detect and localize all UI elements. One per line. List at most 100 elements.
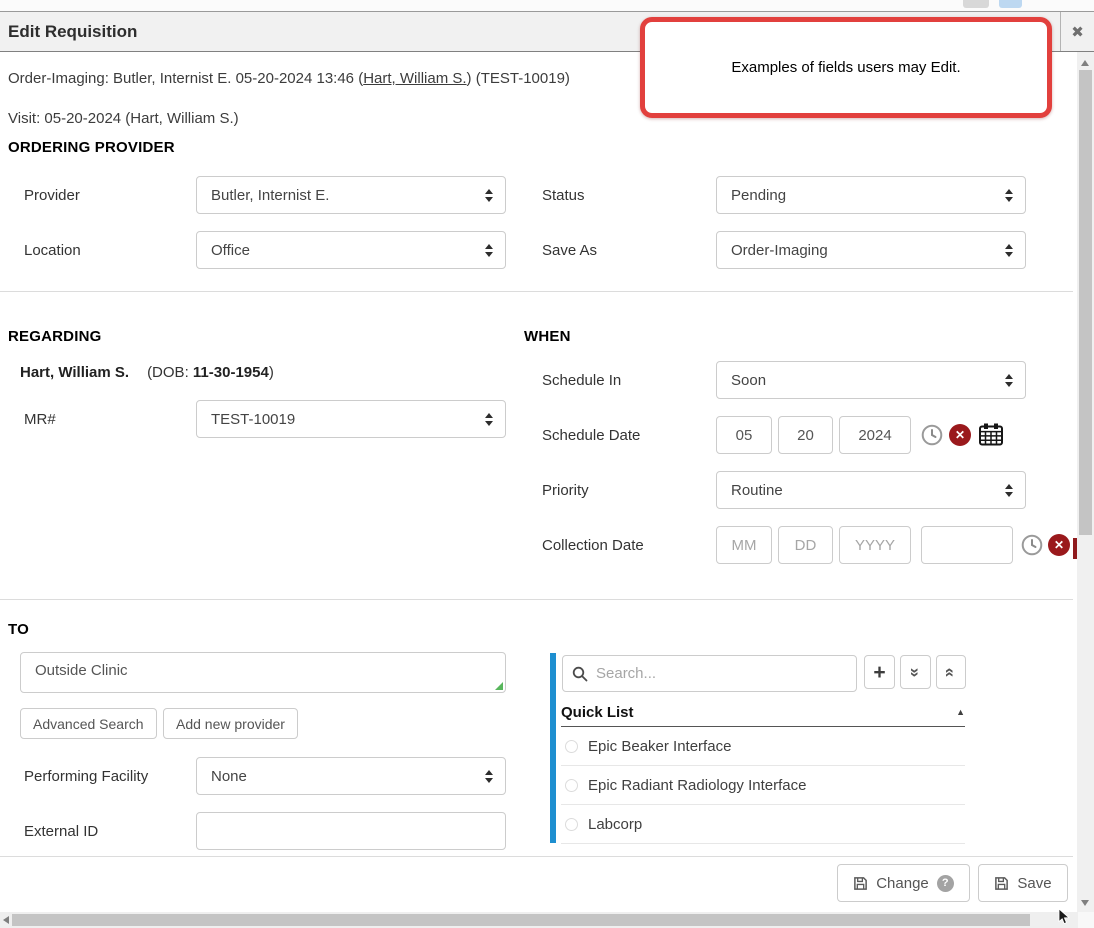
to-heading: TO [8,621,29,638]
scroll-down-arrow-icon[interactable] [1081,900,1089,906]
collapse-all-button[interactable]: « [936,655,966,689]
recipient-textarea[interactable]: Outside Clinic [20,652,506,693]
caret-up-glyph [1005,189,1013,194]
schedule-in-label: Schedule In [542,361,621,399]
caret-updown-icon [485,413,493,426]
collapse-section-icon: ▲ [956,707,965,717]
external-id-label: External ID [24,812,98,850]
collection-time-clock-icon[interactable] [1021,534,1043,561]
close-icon: ✖ [1071,23,1084,41]
patient-name: Hart, William S. [20,364,129,381]
caret-up-glyph [1005,484,1013,489]
double-chevron-up-icon: « [943,667,960,676]
section-divider [0,599,1073,600]
expand-all-button[interactable]: » [900,655,931,689]
save-as-label: Save As [542,231,597,269]
change-button[interactable]: Change ? [837,864,970,902]
advanced-search-button[interactable]: Advanced Search [20,708,157,739]
order-summary-suffix: ) (TEST-10019) [467,70,570,87]
vertical-scrollbar [1077,52,1094,912]
caret-down-glyph [485,421,493,426]
dob-suffix: ) [269,364,274,381]
priority-select[interactable]: Routine [716,471,1026,509]
quick-list-title: Quick List [561,704,634,721]
add-to-list-button[interactable]: + [864,655,895,689]
caret-down-glyph [485,197,493,202]
vertical-scrollbar-thumb[interactable] [1079,70,1092,535]
schedule-year-input[interactable] [839,416,911,454]
scrollbar-corner [1078,912,1094,928]
quick-list-header[interactable]: Quick List ▲ [561,698,965,727]
external-id-input[interactable] [196,812,506,850]
search-input[interactable] [562,655,857,692]
save-icon [994,876,1009,891]
order-summary-line: Order-Imaging: Butler, Internist E. 05-2… [8,70,570,87]
edit-requisition-dialog: Edit Requisition ✖ Examples of fields us… [0,0,1094,928]
mr-label: MR# [24,400,56,438]
close-button[interactable]: ✖ [1060,12,1094,51]
caret-up-glyph [485,413,493,418]
double-chevron-down-icon: » [907,667,924,676]
schedule-in-select-value: Soon [731,372,766,389]
collection-date-clear-icon[interactable]: ✕ [1048,534,1070,556]
schedule-month-input[interactable] [716,416,772,454]
schedule-calendar-icon[interactable] [979,423,1003,451]
patient-link[interactable]: Hart, William S. [363,70,466,87]
caret-updown-icon [1005,189,1013,202]
caret-updown-icon [485,244,493,257]
schedule-day-input[interactable] [778,416,833,454]
radio-icon[interactable] [565,779,578,792]
schedule-in-select[interactable]: Soon [716,361,1026,399]
status-label: Status [542,176,585,214]
ordering-provider-heading: ORDERING PROVIDER [8,139,175,156]
mr-select[interactable]: TEST-10019 [196,400,506,438]
location-select[interactable]: Office [196,231,506,269]
mouse-cursor [1058,908,1071,928]
footer-divider [0,856,1073,857]
help-icon[interactable]: ? [937,875,954,892]
quick-list-item[interactable]: Epic Beaker Interface [561,727,965,766]
panel-accent-bar [550,653,556,843]
performing-facility-select-value: None [211,768,247,785]
scroll-up-arrow-icon[interactable] [1081,60,1089,66]
collection-month-input[interactable] [716,526,772,564]
quick-list-item[interactable]: Epic Radiant Radiology Interface [561,766,965,805]
caret-down-glyph [485,778,493,783]
regarding-heading: REGARDING [8,328,101,345]
radio-icon[interactable] [565,818,578,831]
annotation-callout: Examples of fields users may Edit. [640,17,1052,118]
save-button[interactable]: Save [978,864,1068,902]
save-as-select[interactable]: Order-Imaging [716,231,1026,269]
change-button-label: Change [876,875,929,892]
caret-updown-icon [485,770,493,783]
when-heading: WHEN [524,328,571,345]
schedule-date-clear-icon[interactable]: ✕ [949,424,971,446]
caret-up-glyph [485,770,493,775]
caret-updown-icon [1005,244,1013,257]
performing-facility-label: Performing Facility [24,757,148,795]
collection-year-input[interactable] [839,526,911,564]
schedule-time-clock-icon[interactable] [921,424,943,451]
save-icon [853,876,868,891]
add-new-provider-button[interactable]: Add new provider [163,708,298,739]
background-tab-blue [999,0,1022,8]
horizontal-scrollbar-thumb[interactable] [12,914,1030,926]
background-tab-gray [963,0,989,8]
radio-icon[interactable] [565,740,578,753]
background-strip [0,0,1094,11]
caret-up-glyph [485,244,493,249]
status-select-value: Pending [731,187,786,204]
caret-up-glyph [1005,244,1013,249]
collection-time-input[interactable] [921,526,1013,564]
performing-facility-select[interactable]: None [196,757,506,795]
provider-select[interactable]: Butler, Internist E. [196,176,506,214]
save-button-label: Save [1017,875,1051,892]
dialog-title: Edit Requisition [8,12,137,51]
schedule-date-label: Schedule Date [542,416,640,454]
status-select[interactable]: Pending [716,176,1026,214]
scroll-left-arrow-icon[interactable] [3,916,9,924]
provider-label: Provider [24,176,80,214]
quick-list-item[interactable]: Labcorp [561,805,965,844]
collection-day-input[interactable] [778,526,833,564]
resize-handle-icon[interactable] [495,682,503,690]
